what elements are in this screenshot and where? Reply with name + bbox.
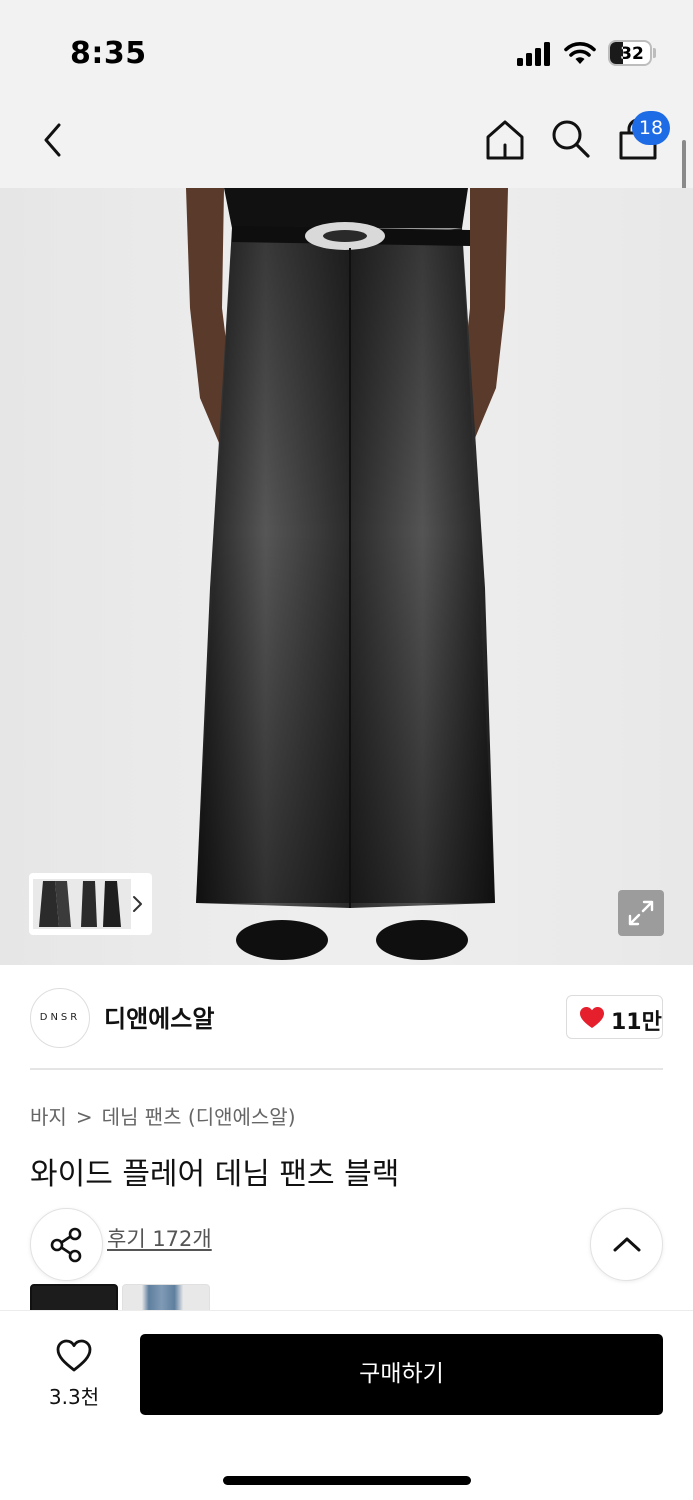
scroll-top-button[interactable] bbox=[590, 1208, 663, 1281]
share-icon bbox=[50, 1227, 82, 1263]
expand-icon bbox=[628, 900, 654, 926]
expand-button[interactable] bbox=[618, 890, 664, 936]
back-arrow-icon[interactable] bbox=[38, 120, 68, 160]
image-thumbnail-strip[interactable] bbox=[29, 873, 152, 935]
thumbnail-image bbox=[33, 879, 131, 929]
home-indicator bbox=[223, 1476, 471, 1485]
product-photo bbox=[186, 188, 508, 960]
heart-filled-icon bbox=[580, 1007, 604, 1028]
brand-like-count: 11만 bbox=[611, 1010, 662, 1035]
chevron-right-icon[interactable] bbox=[129, 894, 145, 914]
breadcrumb: 바지 > 데님 팬츠 (디앤에스알) bbox=[30, 1101, 296, 1130]
heart-outline-icon[interactable] bbox=[56, 1339, 92, 1373]
status-time: 8:35 bbox=[70, 36, 147, 71]
review-link[interactable]: 후기 172개 bbox=[107, 1223, 212, 1253]
product-title: 와이드 플레어 데님 팬츠 블랙 bbox=[30, 1157, 400, 1192]
breadcrumb-subcategory[interactable]: 데님 팬츠 (디앤에스알) bbox=[102, 1105, 296, 1129]
signal-icon bbox=[517, 42, 553, 66]
search-icon[interactable] bbox=[550, 118, 592, 160]
status-bar: 8:35 32 bbox=[0, 0, 693, 100]
cart-badge: 18 bbox=[632, 111, 670, 145]
share-button[interactable] bbox=[30, 1208, 103, 1281]
wifi-icon bbox=[564, 42, 596, 64]
wishlist-count: 3.3천 bbox=[48, 1385, 100, 1409]
breadcrumb-category[interactable]: 바지 bbox=[30, 1105, 67, 1129]
brand-name[interactable]: 디앤에스알 bbox=[104, 999, 214, 1034]
buy-button[interactable]: 구매하기 bbox=[140, 1334, 663, 1415]
battery-icon: 32 bbox=[608, 40, 656, 66]
brand-like-button[interactable]: 11만 bbox=[566, 995, 663, 1039]
breadcrumb-separator-icon: > bbox=[75, 1105, 93, 1129]
chevron-up-icon bbox=[613, 1237, 641, 1252]
divider bbox=[30, 1068, 663, 1070]
product-image[interactable] bbox=[0, 188, 693, 965]
brand-logo[interactable]: DNSR bbox=[30, 988, 90, 1048]
home-icon[interactable] bbox=[484, 118, 526, 162]
battery-level: 32 bbox=[620, 44, 644, 64]
